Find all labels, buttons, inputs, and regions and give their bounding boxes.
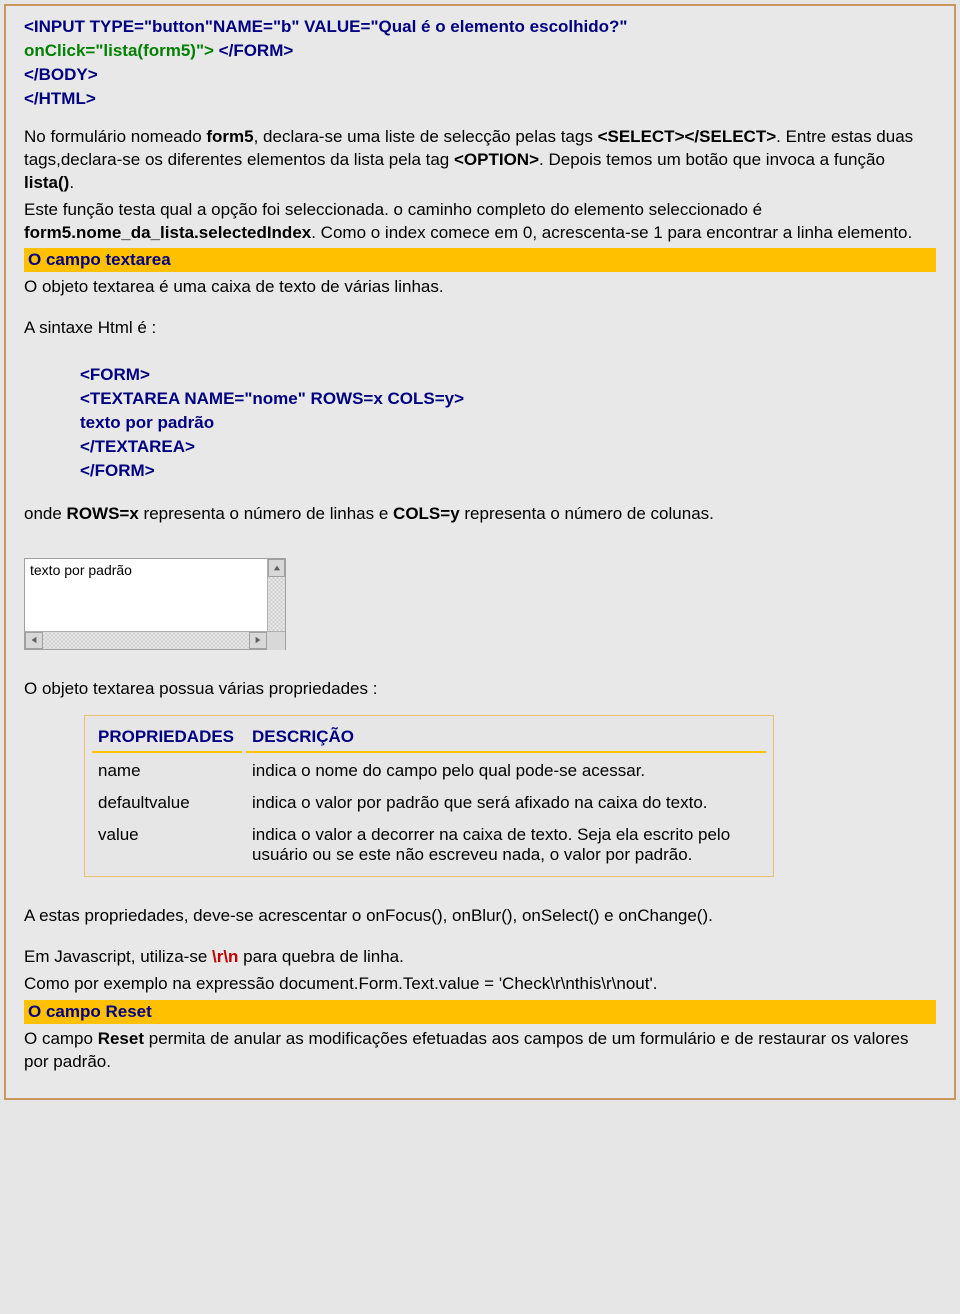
bold-select-tags: <SELECT></SELECT> [598, 127, 777, 146]
code-line-input: <INPUT TYPE="button"NAME="b" VALUE="Qual… [24, 16, 936, 39]
paragraph-form5-description: No formulário nomeado form5, declara-se … [24, 126, 936, 195]
prop-name: value [92, 821, 242, 869]
text: . Depois temos um botão que invoca a fun… [539, 150, 885, 169]
bold-lista-fn: lista() [24, 173, 69, 192]
scroll-left-button[interactable] [25, 632, 43, 649]
prop-name: defaultvalue [92, 789, 242, 817]
syntax-code-block: <FORM> <TEXTAREA NAME="nome" ROWS=x COLS… [80, 364, 936, 483]
bold-rn: \r\n [212, 947, 238, 966]
scrollbar-vertical[interactable] [267, 559, 285, 631]
example-paragraph: Como por exemplo na expressão document.F… [24, 973, 936, 996]
prop-name: name [92, 757, 242, 785]
heading-reset: O campo Reset [24, 1000, 936, 1024]
rows-cols-description: onde ROWS=x representa o número de linha… [24, 503, 936, 526]
syntax-form-close: </FORM> [80, 460, 936, 483]
header-descricao: DESCRIÇÃO [246, 723, 766, 753]
syntax-textarea-close: </TEXTAREA> [80, 436, 936, 459]
code-line-html-close: </HTML> [24, 88, 936, 111]
document-page: <INPUT TYPE="button"NAME="b" VALUE="Qual… [4, 4, 956, 1100]
after-table-paragraph: A estas propriedades, deve-se acrescenta… [24, 905, 936, 928]
text: para quebra de linha. [238, 947, 403, 966]
prop-desc: indica o valor por padrão que será afixa… [246, 789, 766, 817]
code-form-close: </FORM> [214, 41, 293, 60]
text: onde [24, 504, 67, 523]
bold-rows: ROWS=x [67, 504, 139, 523]
scroll-right-button[interactable] [249, 632, 267, 649]
code-line-onclick: onClick="lista(form5)"> </FORM> [24, 40, 936, 63]
bold-reset: Reset [98, 1029, 144, 1048]
syntax-label: A sintaxe Html é : [24, 317, 936, 340]
scrollbar-horizontal[interactable] [25, 631, 285, 649]
prop-desc: indica o nome do campo pelo qual pode-se… [246, 757, 766, 785]
bold-cols: COLS=y [393, 504, 460, 523]
textarea-content[interactable]: texto por padrão [25, 559, 267, 631]
linebreak-paragraph: Em Javascript, utiliza-se \r\n para queb… [24, 946, 936, 969]
triangle-up-icon [273, 564, 281, 572]
text: representa o número de linhas e [139, 504, 393, 523]
text: , declara-se uma liste de selecção pelas… [254, 127, 598, 146]
text: No formulário nomeado [24, 127, 206, 146]
properties-table: PROPRIEDADES DESCRIÇÃO name indica o nom… [84, 715, 774, 877]
heading-textarea: O campo textarea [24, 248, 936, 272]
prop-desc: indica o valor a decorrer na caixa de te… [246, 821, 766, 869]
syntax-form-open: <FORM> [80, 364, 936, 387]
scroll-up-button[interactable] [268, 559, 285, 577]
paragraph-selectedindex: Este função testa qual a opção foi selec… [24, 199, 936, 245]
properties-intro: O objeto textarea possua várias propried… [24, 678, 936, 701]
table-row: value indica o valor a decorrer na caixa… [92, 821, 766, 869]
text: O campo [24, 1029, 98, 1048]
bold-selectedindex: form5.nome_da_lista.selectedIndex [24, 223, 311, 242]
bold-option-tag: <OPTION> [454, 150, 539, 169]
syntax-textarea-open: <TEXTAREA NAME="nome" ROWS=x COLS=y> [80, 388, 936, 411]
text: Em Javascript, utiliza-se [24, 947, 212, 966]
textarea-description: O objeto textarea é uma caixa de texto d… [24, 276, 936, 299]
table-header-row: PROPRIEDADES DESCRIÇÃO [92, 723, 766, 753]
syntax-default-text: texto por padrão [80, 412, 936, 435]
text: Este função testa qual a opção foi selec… [24, 200, 762, 219]
table-row: defaultvalue indica o valor por padrão q… [92, 789, 766, 817]
scroll-corner [267, 632, 285, 650]
text: . Como o index comece em 0, acrescenta-s… [311, 223, 912, 242]
table-row: name indica o nome do campo pelo qual po… [92, 757, 766, 785]
bold-form5: form5 [206, 127, 253, 146]
reset-description: O campo Reset permita de anular as modif… [24, 1028, 936, 1074]
triangle-right-icon [254, 636, 262, 644]
textarea-example[interactable]: texto por padrão [24, 558, 286, 650]
text: . [69, 173, 74, 192]
code-onclick: onClick="lista(form5)"> [24, 41, 214, 60]
text: permita de anular as modificações efetua… [24, 1029, 908, 1071]
header-propriedades: PROPRIEDADES [92, 723, 242, 753]
code-line-body-close: </BODY> [24, 64, 936, 87]
text: representa o número de colunas. [460, 504, 714, 523]
triangle-left-icon [30, 636, 38, 644]
